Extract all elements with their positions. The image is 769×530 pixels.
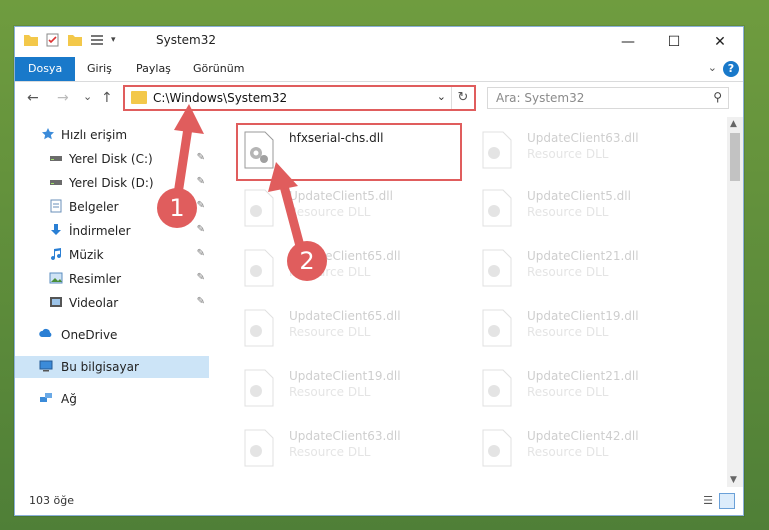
- arrow-1: [173, 104, 204, 199]
- desktop-background: ▾ System32 — ☐ ✕ Dosya Giriş Paylaş Görü…: [0, 0, 769, 530]
- arrow-2: [268, 162, 305, 251]
- callout-step-1: 1: [157, 188, 197, 228]
- annotation-arrows: [173, 104, 305, 251]
- callout-step-2: 2: [287, 241, 327, 281]
